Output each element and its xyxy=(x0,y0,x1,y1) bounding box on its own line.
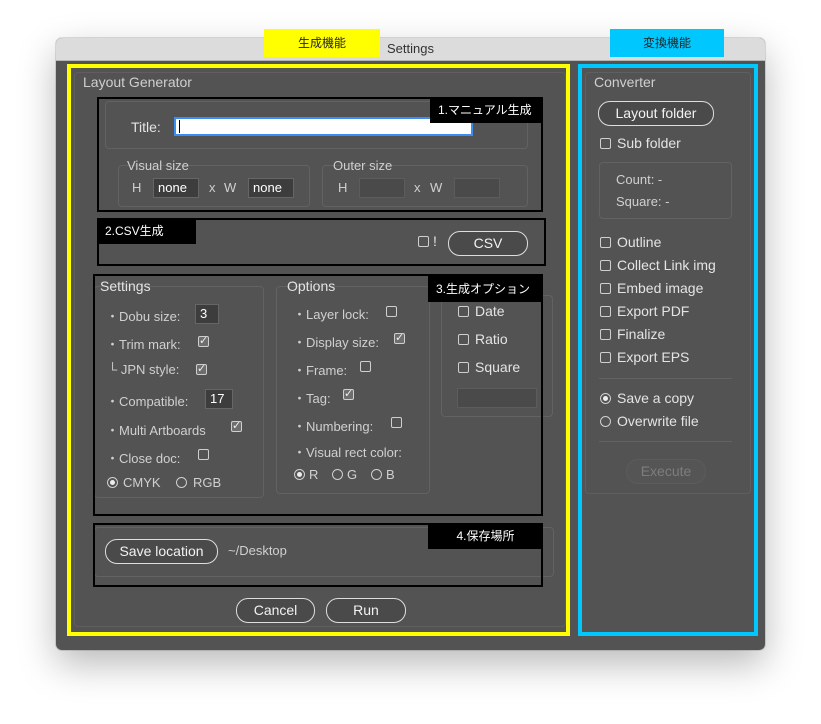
generator-highlight-frame xyxy=(67,64,570,636)
converter-highlight-frame xyxy=(578,64,758,636)
generate-feature-tag: 生成機能 xyxy=(264,29,380,57)
convert-feature-tag: 変換機能 xyxy=(610,29,724,57)
